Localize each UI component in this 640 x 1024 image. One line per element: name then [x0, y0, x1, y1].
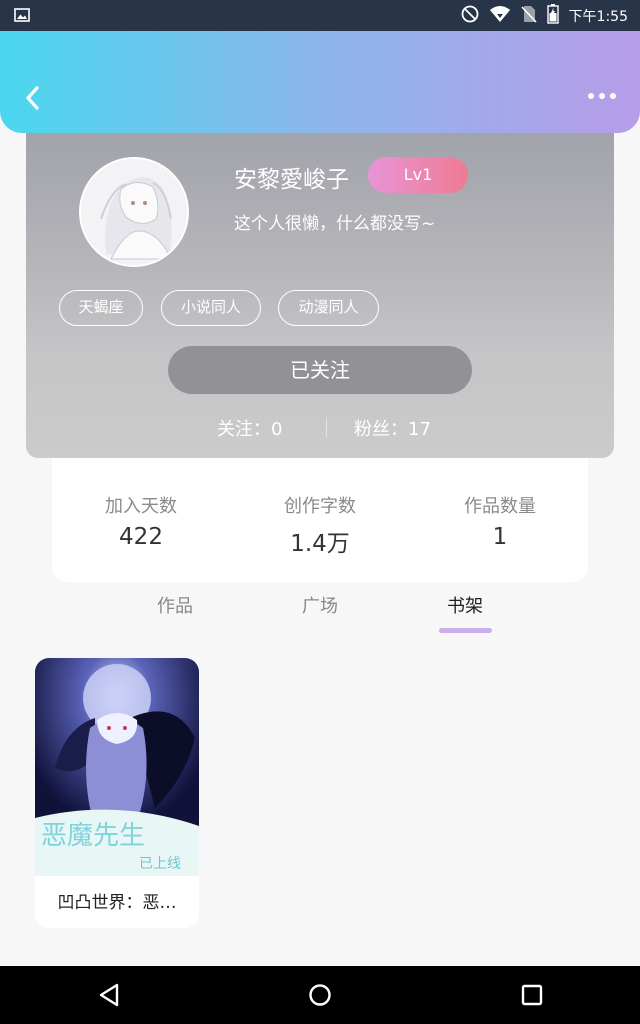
stat-join-days: 加入天数 422 [71, 492, 211, 550]
no-sim-icon [520, 5, 537, 27]
wifi-icon [489, 5, 511, 27]
tab-bookshelf[interactable]: 书架 [425, 592, 505, 618]
cover-subtitle: 已上线 [139, 856, 181, 872]
do-not-disturb-icon [461, 5, 479, 27]
stat-value: 1 [492, 524, 508, 550]
chevron-left-icon [26, 86, 39, 110]
stat-value: 422 [119, 524, 163, 550]
tab-square[interactable]: 广场 [280, 592, 360, 618]
book-title: 凹凸世界：恶… [57, 893, 177, 913]
stat-label: 创作字数 [284, 496, 356, 517]
stats-card: 加入天数 422 创作字数 1.4万 作品数量 1 [52, 458, 588, 582]
more-dot [610, 93, 616, 99]
navigation-bar [0, 966, 640, 1024]
stat-label: 作品数量 [464, 496, 536, 517]
stat-word-count: 创作字数 1.4万 [250, 492, 390, 558]
home-circle-icon[interactable] [308, 982, 332, 1012]
tab-works[interactable]: 作品 [135, 592, 215, 618]
book-card[interactable]: 恶魔先生 已上线 凹凸世界：恶… [35, 658, 199, 928]
header [0, 31, 640, 133]
profile-tabs: 作品 广场 书架 [0, 590, 640, 640]
battery-icon [546, 4, 559, 28]
tag-zodiac: 天蝎座 [59, 290, 143, 326]
stat-works-count: 作品数量 1 [430, 492, 570, 550]
status-time: 下午1:55 [568, 9, 628, 25]
level-badge: Lv1 [368, 157, 468, 193]
back-button[interactable] [22, 85, 44, 111]
more-dot [599, 93, 605, 99]
tag-novel-fanfic: 小说同人 [161, 290, 261, 326]
follow-stats: 关注：0 粉丝：17 [26, 415, 614, 441]
following-count[interactable]: 关注：0 [217, 415, 282, 441]
stat-value: 1.4万 [290, 531, 350, 557]
profile-card: 安黎愛峻子 Lv1 这个人很懒，什么都没写~ 天蝎座 小说同人 动漫同人 已关注… [26, 110, 614, 458]
back-triangle-icon[interactable] [97, 982, 121, 1012]
more-dot [588, 93, 594, 99]
followers-count[interactable]: 粉丝：17 [354, 415, 431, 441]
more-button[interactable] [588, 93, 616, 99]
book-cover: 恶魔先生 已上线 [35, 658, 199, 876]
image-icon [14, 7, 30, 27]
cover-title: 恶魔先生 [41, 821, 145, 851]
tag-anime-fanfic: 动漫同人 [278, 290, 379, 326]
tab-active-indicator [439, 628, 492, 633]
stat-label: 加入天数 [105, 496, 177, 517]
bio: 这个人很懒，什么都没写~ [234, 214, 436, 234]
divider [326, 417, 327, 437]
status-bar: 下午1:55 [0, 0, 640, 31]
username: 安黎愛峻子 [234, 167, 349, 193]
avatar[interactable] [79, 157, 189, 267]
recents-square-icon[interactable] [520, 982, 544, 1012]
follow-button[interactable]: 已关注 [168, 346, 472, 394]
